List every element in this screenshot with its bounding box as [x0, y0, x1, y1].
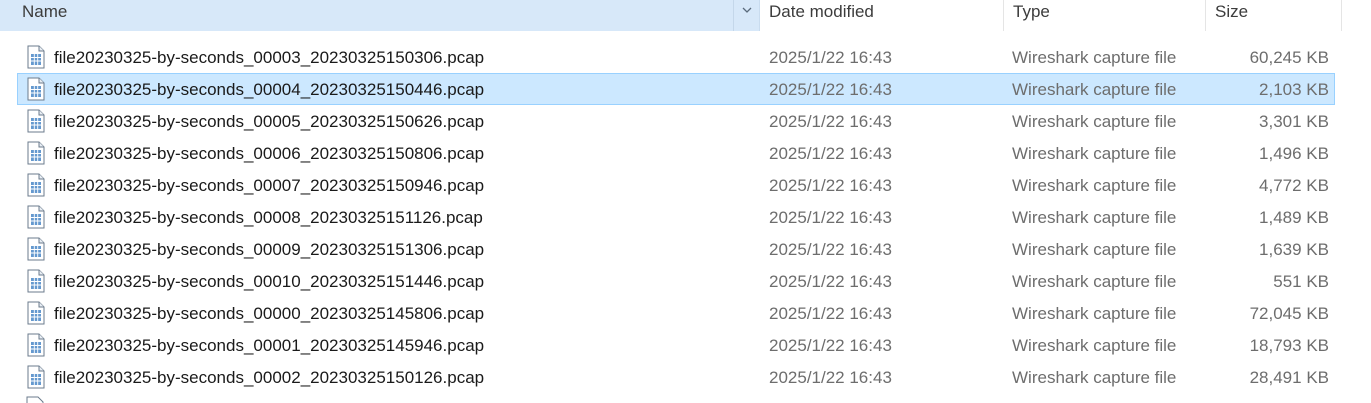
file-name: file20230325-by-seconds_00007_2023032515… — [54, 176, 485, 195]
file-name: file20230325-by-seconds_00010_2023032515… — [54, 272, 485, 291]
file-size: 1,489 KB — [1259, 208, 1329, 227]
file-row[interactable]: file20230325-by-seconds_00002_2023032515… — [17, 361, 1335, 393]
file-name: file20230325-by-seconds_00009_2023032515… — [54, 240, 485, 259]
file-type: Wireshark capture file — [1012, 112, 1177, 131]
file-name: file20230325-by-seconds_00003_2023032515… — [54, 48, 485, 67]
file-name: file20230325-by-seconds_00002_2023032515… — [54, 368, 485, 387]
file-type: Wireshark capture file — [1012, 304, 1177, 323]
file-name: file20230325-by-seconds_00008_2023032515… — [54, 208, 483, 227]
file-row[interactable]: file20230325-by-seconds_00007_2023032515… — [17, 169, 1335, 201]
file-date-modified: 2025/1/22 16:43 — [769, 80, 892, 99]
chevron-down-icon — [742, 7, 752, 13]
file-date-modified: 2025/1/22 16:43 — [769, 112, 892, 131]
file-size: 28,491 KB — [1249, 368, 1329, 387]
file-size: 1,496 KB — [1259, 144, 1329, 163]
file-date-modified: 2025/1/22 16:43 — [769, 272, 892, 291]
column-header-name[interactable]: Name — [0, 0, 760, 31]
file-list-view: Name Date modified Type Size file2023032… — [0, 0, 1371, 403]
column-header-name-label: Name — [22, 2, 68, 21]
document-icon — [27, 173, 45, 197]
file-type: Wireshark capture file — [1012, 208, 1177, 227]
file-name: file20230325-by-seconds_00005_2023032515… — [54, 112, 485, 131]
document-icon — [27, 333, 45, 357]
file-row[interactable]: file20230325-by-seconds_00008_2023032515… — [17, 201, 1335, 233]
column-header-type[interactable]: Type — [1004, 0, 1206, 31]
file-row[interactable]: file20230325-by-seconds_00010_2023032515… — [17, 265, 1335, 297]
file-date-modified: 2025/1/22 16:43 — [769, 304, 892, 323]
file-size: 60,245 KB — [1249, 48, 1329, 67]
file-name: file20230325-by-seconds_00001_2023032514… — [54, 336, 485, 355]
file-type: Wireshark capture file — [1012, 272, 1177, 291]
document-icon — [27, 45, 45, 69]
file-size: 18,793 KB — [1249, 336, 1329, 355]
document-icon — [27, 205, 45, 229]
file-size: 551 KB — [1273, 272, 1329, 291]
partially-visible-row[interactable] — [17, 393, 1335, 403]
column-header-size-label: Size — [1215, 2, 1249, 21]
file-date-modified: 2025/1/22 16:43 — [769, 368, 892, 387]
file-date-modified: 2025/1/22 16:43 — [769, 240, 892, 259]
file-row[interactable]: file20230325-by-seconds_00006_2023032515… — [17, 137, 1335, 169]
document-icon — [27, 301, 45, 325]
document-icon — [27, 141, 45, 165]
document-icon — [27, 109, 45, 133]
file-size: 1,639 KB — [1259, 240, 1329, 259]
file-type: Wireshark capture file — [1012, 240, 1177, 259]
column-header-date-label: Date modified — [769, 2, 874, 21]
file-date-modified: 2025/1/22 16:43 — [769, 144, 892, 163]
file-date-modified: 2025/1/22 16:43 — [769, 48, 892, 67]
column-header-bar: Name Date modified Type Size — [0, 0, 1371, 31]
file-row[interactable]: file20230325-by-seconds_00005_2023032515… — [17, 105, 1335, 137]
column-header-type-label: Type — [1013, 2, 1050, 21]
file-row[interactable]: file20230325-by-seconds_00000_2023032514… — [17, 297, 1335, 329]
column-header-date-modified[interactable]: Date modified — [760, 0, 1004, 31]
file-date-modified: 2025/1/22 16:43 — [769, 208, 892, 227]
file-size: 3,301 KB — [1259, 112, 1329, 131]
file-size: 2,103 KB — [1259, 80, 1329, 99]
file-type: Wireshark capture file — [1012, 48, 1177, 67]
document-icon — [26, 396, 44, 403]
file-row[interactable]: file20230325-by-seconds_00009_2023032515… — [17, 233, 1335, 265]
file-type: Wireshark capture file — [1012, 176, 1177, 195]
file-name: file20230325-by-seconds_00000_2023032514… — [54, 304, 485, 323]
file-type: Wireshark capture file — [1012, 80, 1177, 99]
sort-dropdown-button[interactable] — [733, 0, 760, 31]
file-date-modified: 2025/1/22 16:43 — [769, 336, 892, 355]
file-size: 72,045 KB — [1249, 304, 1329, 323]
file-type: Wireshark capture file — [1012, 368, 1177, 387]
file-row[interactable]: file20230325-by-seconds_00001_2023032514… — [17, 329, 1335, 361]
file-name: file20230325-by-seconds_00006_2023032515… — [54, 144, 485, 163]
file-row[interactable]: file20230325-by-seconds_00004_2023032515… — [17, 73, 1335, 105]
file-type: Wireshark capture file — [1012, 336, 1177, 355]
document-icon — [27, 269, 45, 293]
file-row[interactable]: file20230325-by-seconds_00003_2023032515… — [17, 41, 1335, 73]
file-size: 4,772 KB — [1259, 176, 1329, 195]
document-icon — [27, 237, 45, 261]
file-name: file20230325-by-seconds_00004_2023032515… — [54, 80, 485, 99]
file-type: Wireshark capture file — [1012, 144, 1177, 163]
column-header-size[interactable]: Size — [1206, 0, 1342, 31]
document-icon — [27, 77, 45, 101]
file-date-modified: 2025/1/22 16:43 — [769, 176, 892, 195]
document-icon — [27, 365, 45, 389]
